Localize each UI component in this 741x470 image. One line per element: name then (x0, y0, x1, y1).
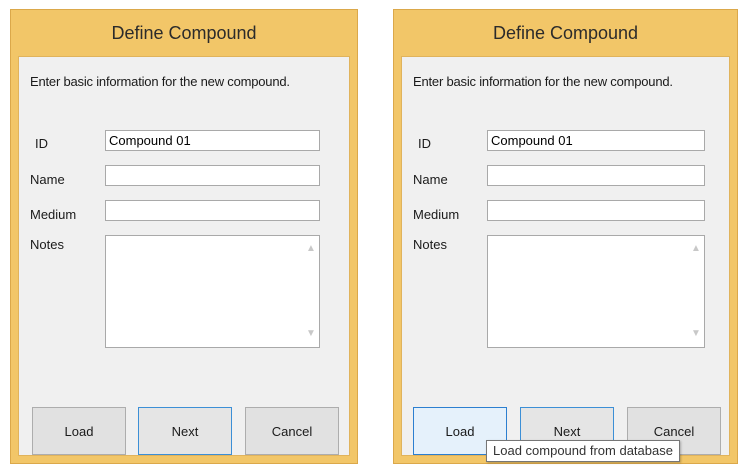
notes-scrollbar[interactable]: ▲ ▼ (302, 236, 319, 347)
load-button-tooltip: Load compound from database (486, 440, 680, 462)
medium-label: Medium (413, 207, 460, 222)
load-button[interactable]: Load (32, 407, 126, 455)
notes-label: Notes (413, 237, 447, 252)
id-input[interactable] (487, 130, 705, 151)
instructions-text: Enter basic information for the new comp… (30, 74, 290, 89)
dialog-title: Define Compound (111, 22, 257, 43)
id-input[interactable] (105, 130, 320, 151)
name-input[interactable] (105, 165, 320, 186)
id-label: ID (35, 136, 48, 151)
notes-textarea[interactable] (106, 236, 302, 347)
define-compound-dialog: Define Compound Enter basic information … (10, 9, 358, 464)
dialog-title: Define Compound (492, 22, 639, 43)
name-input[interactable] (487, 165, 705, 186)
scroll-up-arrow-icon[interactable]: ▲ (306, 244, 316, 254)
define-compound-dialog-hover: Define Compound Enter basic information … (393, 9, 738, 464)
notes-scrollbar[interactable]: ▲ ▼ (687, 236, 704, 347)
name-label: Name (413, 172, 448, 187)
notes-field: ▲ ▼ (105, 235, 320, 348)
medium-input[interactable] (487, 200, 705, 221)
notes-field: ▲ ▼ (487, 235, 705, 348)
dialog-client-area: Enter basic information for the new comp… (18, 56, 350, 456)
cancel-button[interactable]: Cancel (245, 407, 339, 455)
notes-textarea[interactable] (488, 236, 687, 347)
instructions-text: Enter basic information for the new comp… (413, 74, 673, 89)
notes-label: Notes (30, 237, 64, 252)
medium-input[interactable] (105, 200, 320, 221)
scroll-down-arrow-icon[interactable]: ▼ (306, 329, 316, 339)
next-button[interactable]: Next (138, 407, 232, 455)
name-label: Name (30, 172, 65, 187)
scroll-up-arrow-icon[interactable]: ▲ (691, 244, 701, 254)
medium-label: Medium (30, 207, 77, 222)
id-label: ID (418, 136, 431, 151)
dialog-client-area: Enter basic information for the new comp… (401, 56, 730, 456)
scroll-down-arrow-icon[interactable]: ▼ (691, 329, 701, 339)
